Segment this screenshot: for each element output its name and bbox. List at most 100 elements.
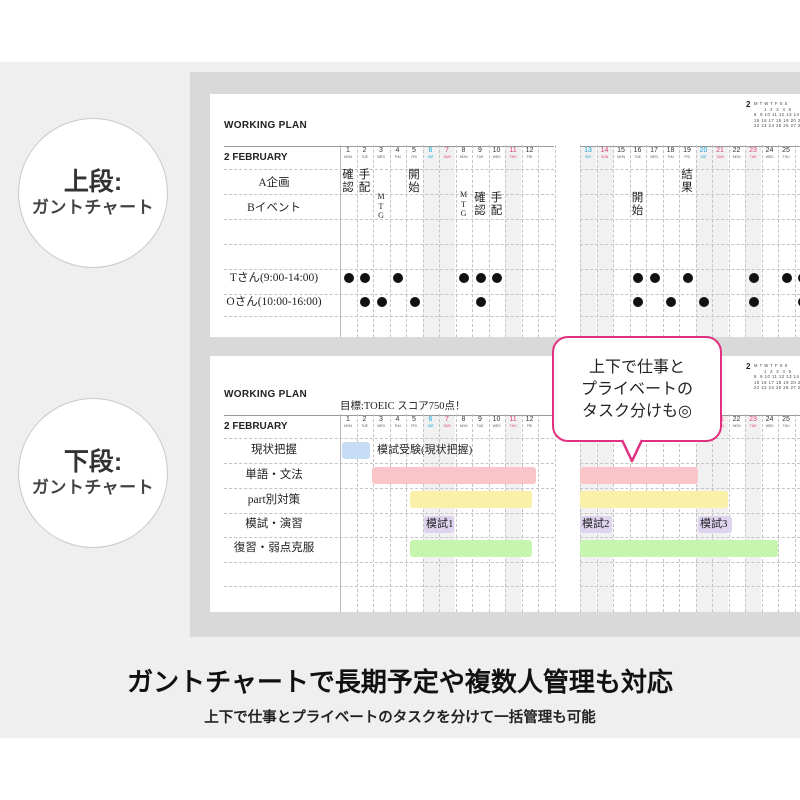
- day-number: 8: [461, 147, 466, 154]
- upper-day-divider: [389, 145, 391, 337]
- day-weekday: THU: [667, 155, 674, 159]
- gantt-bar-label: 模試3: [700, 518, 728, 530]
- day-weekday: MON: [459, 424, 468, 428]
- upper-mini-calendar: 2M T W T F S S 1 2 3 4 58 9 10 11 12 13 …: [746, 100, 800, 132]
- upper-day-divider: [521, 145, 523, 337]
- day-weekday: SUN: [443, 424, 451, 428]
- upper-day-divider: [554, 145, 556, 337]
- day-number: 22: [732, 416, 741, 423]
- mini-calendar-month: 2: [746, 362, 751, 371]
- lower-row-label: 模試・演習: [245, 518, 303, 530]
- upper-day-divider: [472, 145, 473, 337]
- day-number: 6: [428, 147, 433, 154]
- day-number: 15: [617, 147, 625, 154]
- upper-vertical-note: 確 認: [474, 192, 486, 217]
- day-weekday: WED: [765, 424, 774, 428]
- lower-day-divider: [340, 414, 341, 612]
- day-weekday: SAT: [700, 155, 707, 159]
- day-number: 8: [461, 416, 466, 423]
- lower-row-label: 単語・文法: [245, 469, 303, 481]
- lower-day-header: 22 MON: [729, 416, 745, 429]
- day-weekday: MON: [732, 155, 741, 159]
- upper-day-divider: [596, 145, 598, 337]
- upper-day-header: 11 THU: [505, 147, 521, 160]
- lower-day-divider: [646, 414, 647, 612]
- day-weekday: MON: [344, 424, 352, 428]
- upper-day-divider: [422, 145, 424, 337]
- upper-day-divider: [794, 145, 796, 337]
- upper-row-label: A企画: [258, 177, 290, 189]
- day-number: 13: [584, 147, 592, 154]
- upper-vertical-note: 手 配: [490, 192, 503, 217]
- upper-day-header: 18 THU: [663, 147, 679, 160]
- day-number: 6: [428, 416, 433, 423]
- lower-day-divider: [554, 414, 556, 612]
- day-number: 17: [650, 147, 658, 154]
- day-weekday: TUE: [749, 155, 757, 159]
- upper-day-header: 3 WED: [373, 147, 389, 160]
- day-weekday: THU: [509, 424, 517, 428]
- lower-sheet-month: 2 FEBRUARY: [224, 421, 288, 432]
- day-weekday: WED: [492, 424, 501, 428]
- attendance-dot: [748, 273, 759, 283]
- upper-vertical-note: 開 始: [631, 192, 644, 217]
- lower-day-header: 1 MON: [340, 416, 356, 429]
- day-number: 10: [492, 416, 501, 423]
- day-weekday: FRI: [526, 155, 533, 159]
- upper-sheet-title: WORKING PLAN: [224, 120, 308, 131]
- day-number: 3: [379, 147, 383, 154]
- upper-day-header: 23 TUE: [745, 147, 761, 160]
- attendance-dot: [475, 273, 486, 283]
- callout-bubble: 上下で仕事と プライベートの タスク分けも◎: [552, 336, 722, 442]
- upper-day-divider: [662, 145, 664, 337]
- attendance-dot: [393, 273, 403, 283]
- upper-day-header: 7 SUN: [439, 147, 455, 160]
- upper-badge-subtitle: ガントチャート: [31, 197, 155, 217]
- mini-calendar-row: 22 23 24 25 26 27 28: [754, 123, 800, 129]
- lower-badge-title: 下段:: [63, 447, 123, 476]
- attendance-dot: [748, 297, 759, 307]
- attendance-dot: [633, 297, 643, 307]
- upper-day-divider: [778, 145, 779, 337]
- upper-day-header: 2 TUE: [357, 147, 373, 160]
- attendance-dot: [666, 297, 676, 307]
- upper-day-divider: [439, 145, 440, 337]
- day-number: 23: [749, 416, 757, 423]
- lower-day-divider: [373, 414, 374, 612]
- upper-day-divider: [373, 145, 374, 337]
- day-number: 23: [749, 147, 757, 154]
- upper-day-divider: [455, 145, 457, 337]
- lower-day-divider: [712, 414, 713, 612]
- day-number: 1: [346, 416, 350, 423]
- upper-weekend-shade: [745, 146, 761, 337]
- attendance-dot: [360, 297, 370, 307]
- day-weekday: SAT: [427, 424, 434, 428]
- lower-sheet-title: WORKING PLAN: [224, 389, 308, 400]
- upper-day-header: 15 MON: [613, 147, 629, 160]
- day-number: 7: [445, 416, 449, 423]
- attendance-dot: [699, 297, 709, 307]
- upper-vertical-note: M T G: [377, 192, 385, 220]
- gantt-bar: [410, 491, 532, 508]
- gantt-bar-label: 模試受験(現状把握): [377, 444, 473, 456]
- upper-day-divider: [745, 145, 746, 337]
- upper-day-divider: [538, 145, 539, 337]
- day-number: 24: [765, 416, 774, 423]
- upper-weekend-shade: [505, 146, 521, 337]
- attendance-dot: [409, 297, 420, 307]
- upper-day-header: 6 SAT: [423, 147, 439, 160]
- day-weekday: SUN: [443, 155, 451, 159]
- lower-day-header: 23 TUE: [745, 416, 761, 429]
- lower-day-header: 9 TUE: [472, 416, 488, 429]
- lower-day-divider: [728, 414, 730, 612]
- day-weekday: MON: [732, 424, 741, 428]
- attendance-dot: [459, 273, 469, 283]
- day-number: 19: [683, 147, 691, 154]
- attendance-dot: [492, 273, 502, 283]
- lower-day-divider: [505, 414, 506, 612]
- day-weekday: TUE: [476, 155, 484, 159]
- day-number: 24: [765, 147, 774, 154]
- gantt-bar: [580, 491, 728, 508]
- day-weekday: TUE: [361, 155, 368, 159]
- lower-badge-subtitle: ガントチャート: [31, 477, 155, 497]
